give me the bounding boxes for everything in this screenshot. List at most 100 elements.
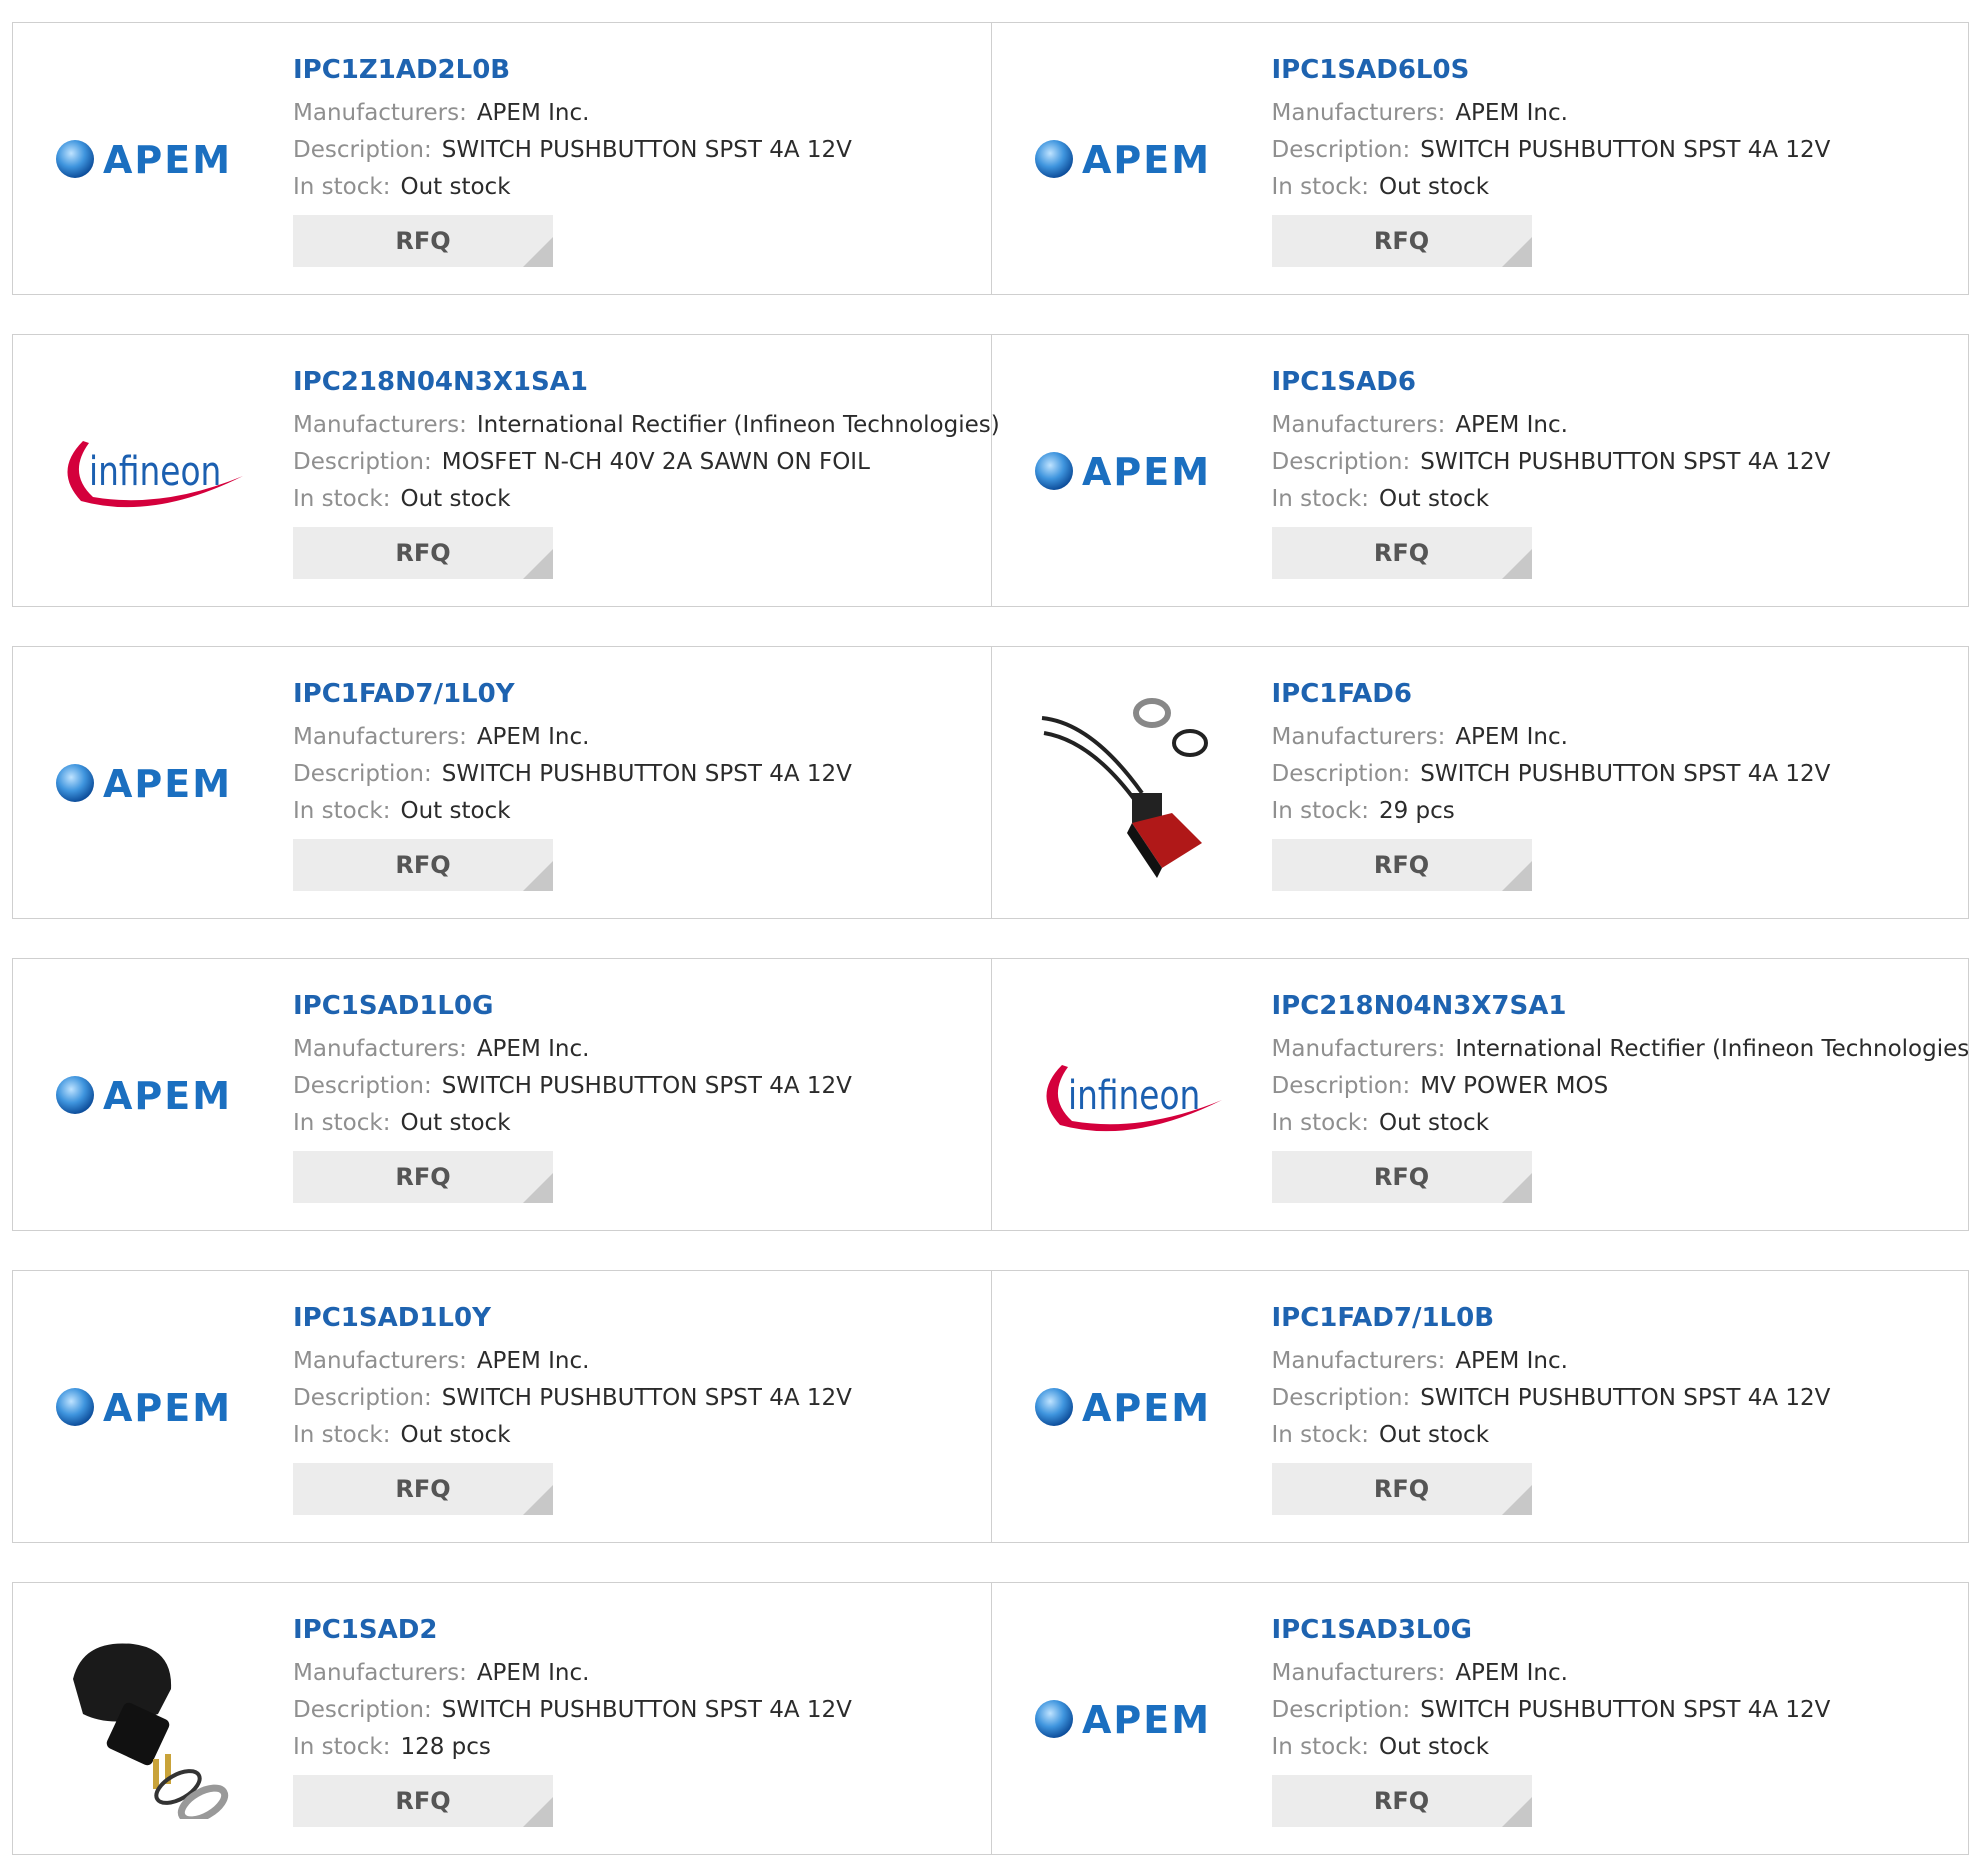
manufacturer-line: Manufacturers: APEM Inc.: [293, 1031, 981, 1068]
product-image[interactable]: [53, 1619, 253, 1819]
svg-text:APEM: APEM: [1082, 450, 1211, 494]
description-value: SWITCH PUSHBUTTON SPST 4A 12V: [1420, 137, 1831, 163]
manufacturer-value: APEM Inc.: [476, 724, 590, 750]
product-image[interactable]: APEM: [53, 995, 253, 1195]
manufacturer-value: APEM Inc.: [476, 1660, 590, 1686]
part-number-link[interactable]: IPC1SAD2: [293, 1611, 981, 1649]
manufacturer-value: APEM Inc.: [476, 100, 590, 126]
product-image[interactable]: APEM: [1032, 1619, 1232, 1819]
corner-triangle-icon: [1501, 1485, 1532, 1515]
red-switch-photo: [1041, 698, 1208, 878]
description-label: Description:: [293, 1697, 432, 1723]
rfq-label: RFQ: [395, 851, 451, 879]
infineon-logo: infineon: [1045, 1065, 1222, 1132]
rfq-button[interactable]: RFQ: [1271, 1463, 1532, 1515]
manufacturer-line: Manufacturers: APEM Inc.: [1272, 1343, 1959, 1380]
rfq-button[interactable]: RFQ: [1271, 839, 1532, 891]
description-value: SWITCH PUSHBUTTON SPST 4A 12V: [441, 137, 852, 163]
product-image[interactable]: APEM: [1032, 59, 1232, 259]
manufacturer-label: Manufacturers:: [293, 724, 467, 750]
manufacturer-label: Manufacturers:: [1271, 1348, 1446, 1374]
stock-line: In stock: Out stock: [293, 1105, 981, 1142]
corner-triangle-icon: [523, 1485, 553, 1515]
product-image[interactable]: APEM: [53, 59, 253, 259]
stock-label: In stock:: [293, 1422, 391, 1448]
product-card: APEM IPC1Z1AD2L0B Manufacturers: APEM Inc…: [13, 23, 991, 294]
rfq-label: RFQ: [395, 1475, 451, 1503]
description-label: Description:: [1271, 1073, 1411, 1099]
product-info: IPC1Z1AD2L0B Manufacturers: APEM Inc. Des…: [293, 51, 981, 267]
svg-text:infineon: infineon: [1068, 1072, 1200, 1119]
rfq-button[interactable]: RFQ: [1271, 527, 1532, 579]
description-value: SWITCH PUSHBUTTON SPST 4A 12V: [441, 1385, 852, 1411]
rfq-button[interactable]: RFQ: [293, 215, 553, 267]
manufacturer-value: APEM Inc.: [1455, 1348, 1568, 1374]
apem-logo: APEM: [1034, 1698, 1209, 1742]
manufacturer-label: Manufacturers:: [1271, 100, 1446, 126]
product-image[interactable]: [1032, 683, 1232, 883]
apem-logo: APEM: [1034, 1386, 1211, 1430]
corner-triangle-icon: [1501, 237, 1532, 267]
product-image[interactable]: APEM: [1032, 1307, 1232, 1507]
stock-line: In stock: Out stock: [1272, 1417, 1959, 1454]
part-number-link[interactable]: IPC1FAD6: [1272, 675, 1959, 713]
description-line: Description: SWITCH PUSHBUTTON SPST 4A 12…: [1272, 132, 1959, 169]
description-line: Description: SWITCH PUSHBUTTON SPST 4A 12…: [1272, 756, 1959, 793]
manufacturer-label: Manufacturers:: [293, 100, 467, 126]
rfq-button[interactable]: RFQ: [1271, 215, 1532, 267]
manufacturer-value: APEM Inc.: [476, 1036, 590, 1062]
product-card: APEM IPC1SAD3L0G Manufacturers: APEM Inc.…: [990, 1583, 1969, 1854]
part-number-link[interactable]: IPC1FAD7/1L0Y: [293, 675, 981, 713]
product-card: APEM IPC1SAD1L0G Manufacturers: APEM Inc.…: [13, 959, 991, 1230]
rfq-button[interactable]: RFQ: [293, 1151, 553, 1203]
svg-text:APEM: APEM: [1082, 1386, 1211, 1430]
manufacturer-value: APEM Inc.: [1455, 412, 1568, 438]
part-number-link[interactable]: IPC218N04N3X7SA1: [1272, 987, 1959, 1025]
rfq-label: RFQ: [395, 1787, 451, 1815]
rfq-button[interactable]: RFQ: [1271, 1775, 1532, 1827]
rfq-button[interactable]: RFQ: [293, 1463, 553, 1515]
description-line: Description: SWITCH PUSHBUTTON SPST 4A 12…: [1272, 1380, 1959, 1417]
part-number-link[interactable]: IPC1SAD3L0G: [1272, 1611, 1959, 1649]
svg-text:infineon: infineon: [89, 448, 221, 495]
stock-label: In stock:: [293, 798, 391, 824]
part-number-link[interactable]: IPC1FAD7/1L0B: [1272, 1299, 1959, 1337]
part-number-link[interactable]: IPC1SAD6: [1272, 363, 1959, 401]
stock-label: In stock:: [1271, 798, 1369, 824]
product-image[interactable]: infineon: [1032, 995, 1232, 1195]
product-image[interactable]: infineon: [53, 371, 253, 571]
part-number-link[interactable]: IPC1SAD6L0S: [1272, 51, 1959, 89]
description-value: SWITCH PUSHBUTTON SPST 4A 12V: [1420, 1385, 1831, 1411]
description-line: Description: MV POWER MOS: [1272, 1068, 1959, 1105]
manufacturer-line: Manufacturers: APEM Inc.: [293, 1655, 981, 1692]
manufacturer-value: APEM Inc.: [476, 1348, 590, 1374]
product-image[interactable]: APEM: [53, 683, 253, 883]
stock-label: In stock:: [293, 1734, 391, 1760]
product-card: APEM IPC1SAD6 Manufacturers: APEM Inc. De…: [990, 335, 1969, 606]
stock-label: In stock:: [293, 174, 391, 200]
rfq-button[interactable]: RFQ: [293, 527, 553, 579]
product-card: infineon IPC218N04N3X7SA1 Manufacturers:…: [990, 959, 1969, 1230]
corner-triangle-icon: [1501, 549, 1532, 579]
rfq-button[interactable]: RFQ: [293, 1775, 553, 1827]
rfq-label: RFQ: [395, 539, 451, 567]
part-number-link[interactable]: IPC1Z1AD2L0B: [293, 51, 981, 89]
rfq-button[interactable]: RFQ: [293, 839, 553, 891]
part-number-link[interactable]: IPC1SAD1L0G: [293, 987, 981, 1025]
rfq-button[interactable]: RFQ: [1271, 1151, 1532, 1203]
description-value: SWITCH PUSHBUTTON SPST 4A 12V: [441, 1073, 852, 1099]
stock-label: In stock:: [1271, 1734, 1369, 1760]
manufacturer-line: Manufacturers: APEM Inc.: [1272, 95, 1959, 132]
rfq-label: RFQ: [1373, 851, 1430, 879]
part-number-link[interactable]: IPC218N04N3X1SA1: [293, 363, 981, 401]
part-number-link[interactable]: IPC1SAD1L0Y: [293, 1299, 981, 1337]
description-value: SWITCH PUSHBUTTON SPST 4A 12V: [1420, 761, 1831, 787]
product-image[interactable]: APEM: [1032, 371, 1232, 571]
stock-value: Out stock: [400, 798, 511, 824]
product-image[interactable]: APEM: [53, 1307, 253, 1507]
product-info: IPC1SAD1L0Y Manufacturers: APEM Inc. Desc…: [293, 1299, 981, 1515]
manufacturer-line: Manufacturers: APEM Inc.: [1272, 719, 1959, 756]
product-card: APEM IPC1FAD7/1L0B Manufacturers: APEM In…: [990, 1271, 1969, 1542]
manufacturer-value: International Rectifier (Infineon Techno…: [476, 412, 1000, 438]
description-line: Description: SWITCH PUSHBUTTON SPST 4A 12…: [293, 756, 981, 793]
